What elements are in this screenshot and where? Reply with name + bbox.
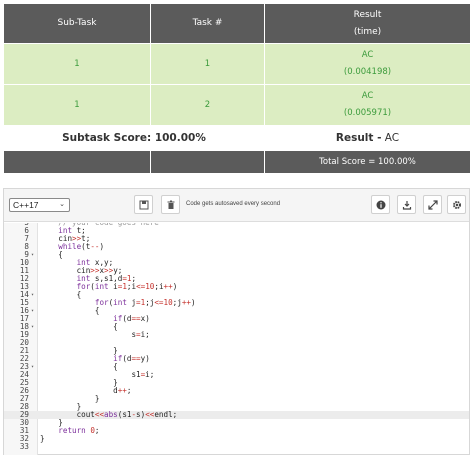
download-button[interactable] [397,195,416,214]
table-row: 1 1 AC (0.004198) [3,43,471,85]
chevron-down-icon: ⌄ [59,201,65,208]
fold-arrow-icon[interactable]: ▾ [31,323,34,331]
total-score: Total Score = 100.00% [264,150,471,174]
subtask-cell: 1 [3,84,151,126]
trash-icon [167,200,174,209]
info-icon [376,200,385,209]
fold-arrow-icon[interactable]: ▾ [31,291,34,299]
expand-icon [427,199,438,210]
save-button[interactable] [134,195,153,214]
editor-toolbar: C++17 ⌄ Code gets autosaved every second [4,189,469,222]
autosave-note: Code gets autosaved every second [186,201,281,207]
result-header-label: Result [353,9,382,20]
code-line: 29 cout<<abs(s1-s)<<endl; [4,411,469,419]
line-number: 33 [19,442,29,451]
total-score-row: Total Score = 100.00% [3,150,471,174]
result-cell: AC (0.004198) [264,43,471,85]
settings-button[interactable] [447,195,466,214]
fold-arrow-icon[interactable]: ▾ [31,363,34,371]
result-header-sub: (time) [353,26,382,37]
result-time: (0.005971) [343,108,392,118]
save-icon [139,200,148,209]
code-line: 33 [4,443,469,451]
code-text: } [40,434,45,443]
delete-button[interactable] [161,195,180,214]
task-header: Task # [150,3,265,44]
results-table: Sub-Task Task # Result (time) 1 1 AC (0.… [3,3,471,174]
task-cell: 2 [150,84,265,126]
code-text: s=i; [131,330,150,339]
language-select-value: C++17 [13,200,39,210]
expand-button[interactable] [423,195,442,214]
table-row: 1 2 AC (0.005971) [3,84,471,126]
code-area[interactable]: 5 // your code goes here6 int t;7 cin>>t… [4,223,469,455]
language-select[interactable]: C++17 ⌄ [9,198,70,212]
info-button[interactable] [371,195,390,214]
gear-icon [452,200,461,209]
result-status: AC [361,91,374,101]
result-cell: AC (0.005971) [264,84,471,126]
result-time: (0.004198) [343,67,392,77]
result-summary-label: Result - [335,132,382,144]
results-header-row: Sub-Task Task # Result (time) [3,3,471,44]
download-icon [402,200,411,210]
subtask-score: Subtask Score: 100.00% [3,125,265,151]
subtask-score-row: Subtask Score: 100.00% Result - AC [3,125,471,151]
result-header: Result (time) [264,3,471,44]
result-summary-value: AC [384,132,400,144]
code-line: 31 return 0; [4,427,469,435]
fold-arrow-icon[interactable]: ▾ [31,251,34,259]
total-empty-cell [3,150,151,174]
code-line: 8 while(t--) [4,243,469,251]
subtask-score-label: Subtask Score: 100.00% [62,132,206,144]
result-status: AC [361,50,374,60]
code-text: return 0; [58,426,100,435]
code-line: 19 s=i; [4,331,469,339]
subtask-header: Sub-Task [3,3,151,44]
subtask-cell: 1 [3,43,151,85]
fold-arrow-icon[interactable]: ▾ [31,307,34,315]
code-line: 32} [4,435,469,443]
total-empty-cell [150,150,265,174]
results-panel: Sub-Task Task # Result (time) 1 1 AC (0.… [3,3,471,174]
task-cell: 1 [150,43,265,85]
code-editor: C++17 ⌄ Code gets autosaved every second… [3,188,470,455]
result-summary: Result - AC [264,125,471,151]
